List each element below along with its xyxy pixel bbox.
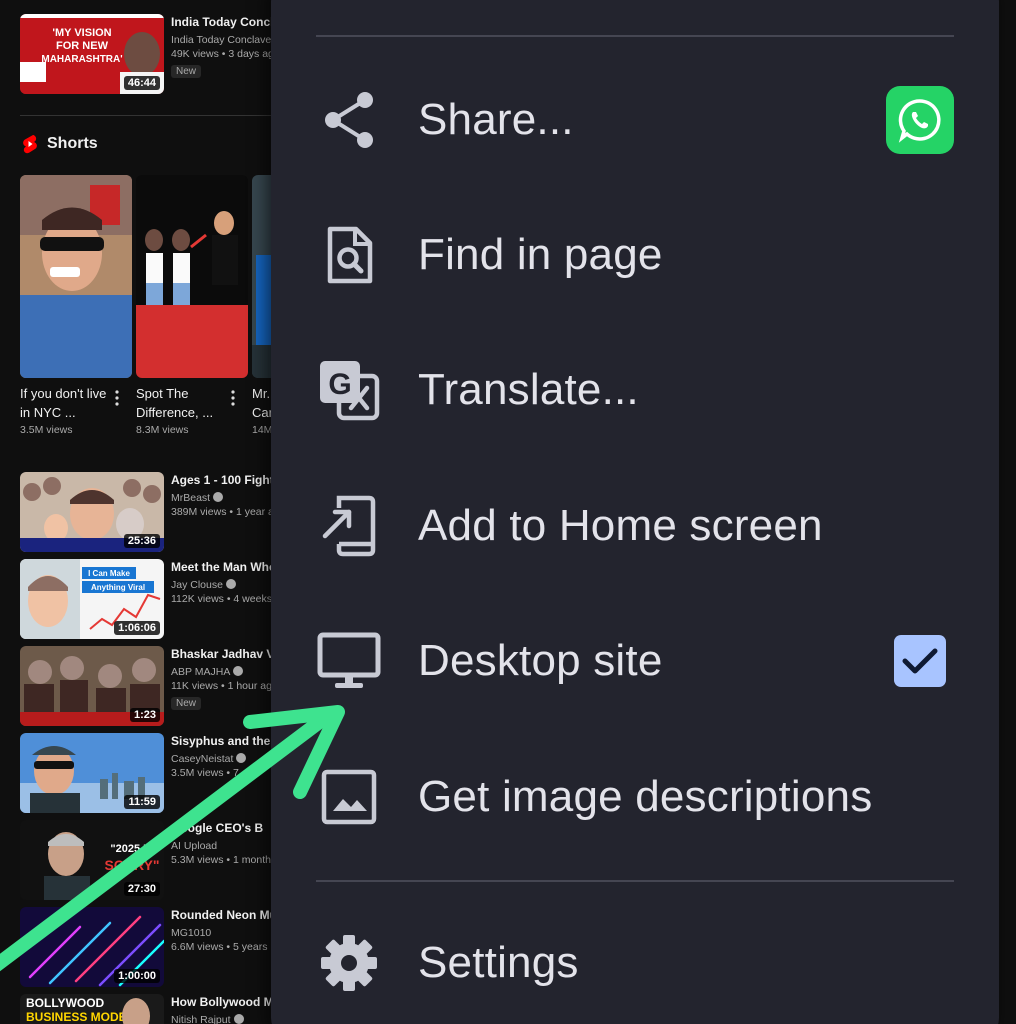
more-vert-icon[interactable] [115, 390, 119, 406]
short-thumbnail[interactable] [136, 175, 248, 378]
shorts-logo-icon [23, 135, 37, 154]
svg-text:MAHARASHTRA': MAHARASHTRA' [41, 54, 122, 65]
short-views: 8.3M views [136, 424, 189, 436]
svg-text:"2025 IS: "2025 IS [110, 843, 153, 855]
video-row[interactable]: BOLLYWOOD BUSINESS MODEL How Bollywood M… [20, 994, 290, 1024]
video-thumbnail[interactable]: BOLLYWOOD BUSINESS MODEL [20, 994, 164, 1024]
duration-badge: 25:36 [123, 534, 160, 548]
menu-item-translate[interactable]: G Translate... [271, 340, 999, 440]
video-row[interactable]: 11:59 Sisyphus and the I CaseyNeistat 3.… [20, 733, 290, 813]
menu-item-label: Translate... [418, 365, 639, 414]
duration-badge: 11:59 [124, 795, 160, 809]
short-thumbnail[interactable] [20, 175, 132, 378]
svg-text:Anything Viral: Anything Viral [91, 583, 145, 592]
menu-item-label: Get image descriptions [418, 772, 873, 821]
duration-badge: 1:06:06 [114, 621, 160, 635]
channel-name[interactable]: Nitish Rajput [171, 1014, 231, 1024]
video-thumbnail[interactable]: "2025 IS SCARY" 27:30 [20, 820, 164, 900]
verified-icon [213, 492, 224, 502]
video-thumbnail[interactable]: 11:59 [20, 733, 164, 813]
translate-icon: G [315, 361, 383, 421]
menu-item-label: Settings [418, 938, 579, 987]
svg-text:SCARY": SCARY" [104, 857, 159, 873]
desktop-icon [315, 632, 383, 689]
duration-badge: 1:00:00 [114, 969, 160, 983]
menu-divider [316, 35, 954, 37]
thumbnail-art: BOLLYWOOD BUSINESS MODEL [20, 994, 164, 1024]
video-thumbnail[interactable]: 25:36 [20, 472, 164, 552]
svg-text:G: G [328, 368, 351, 401]
video-row[interactable]: 'MY VISION FOR NEW MAHARASHTRA' 46:44 In… [20, 14, 290, 94]
share-icon [315, 92, 383, 148]
video-row[interactable]: 1:23 Bhaskar Jadhav Vs ABP MAJHA 11K vie… [20, 646, 290, 726]
youtube-feed: 'MY VISION FOR NEW MAHARASHTRA' 46:44 In… [0, 0, 290, 1024]
video-thumbnail[interactable]: I Can Make Anything Viral 1:06:06 [20, 559, 164, 639]
menu-item-settings[interactable]: Settings [271, 913, 999, 1013]
short-title[interactable]: If you don't live in NYC ... [20, 384, 108, 422]
svg-text:I Can Make: I Can Make [88, 569, 130, 578]
duration-badge: 46:44 [123, 76, 160, 90]
menu-item-label: Desktop site [418, 636, 663, 685]
gear-icon [315, 935, 383, 991]
verified-icon [233, 666, 244, 676]
menu-item-label: Find in page [418, 230, 663, 279]
add-to-home-screen-icon [315, 495, 383, 557]
short-art [136, 175, 248, 378]
channel-name[interactable]: MrBeast [171, 492, 210, 504]
menu-item-desktop-site[interactable]: Desktop site [271, 611, 999, 711]
video-row[interactable]: 1:00:00 Rounded Neon Mul MG1010 6.6M vie… [20, 907, 290, 987]
channel-name[interactable]: ABP MAJHA [171, 666, 230, 678]
checkmark-icon [902, 648, 938, 674]
menu-item-label: Add to Home screen [418, 501, 823, 550]
desktop-site-checkbox[interactable] [894, 635, 946, 687]
svg-text:FOR NEW: FOR NEW [56, 40, 109, 52]
menu-item-find-in-page[interactable]: Find in page [271, 205, 999, 305]
find-in-page-icon [315, 226, 383, 284]
short-title[interactable]: Spot The Difference, ... [136, 384, 220, 422]
new-badge: New [171, 697, 202, 710]
verified-icon [225, 579, 236, 589]
svg-text:BOLLYWOOD: BOLLYWOOD [26, 996, 105, 1010]
shorts-title: Shorts [47, 135, 98, 152]
short-art [20, 175, 132, 378]
verified-icon [236, 753, 247, 763]
verified-icon [233, 1014, 244, 1024]
menu-item-label: Share... [418, 95, 574, 144]
new-badge: New [171, 65, 202, 78]
image-icon [315, 769, 383, 825]
menu-item-add-to-home-screen[interactable]: Add to Home screen [271, 476, 999, 576]
video-row[interactable]: I Can Make Anything Viral 1:06:06 Meet t… [20, 559, 290, 639]
duration-badge: 27:30 [123, 882, 160, 896]
short-views: 3.5M views [20, 424, 73, 436]
svg-text:'MY VISION: 'MY VISION [52, 27, 111, 39]
channel-name[interactable]: CaseyNeistat [171, 753, 233, 765]
whatsapp-icon[interactable] [886, 86, 954, 154]
section-divider [20, 115, 280, 116]
video-thumbnail[interactable]: 1:00:00 [20, 907, 164, 987]
menu-divider [316, 880, 954, 882]
channel-name[interactable]: Jay Clouse [171, 579, 223, 591]
duration-badge: 1:23 [129, 708, 160, 722]
shorts-header: Shorts [22, 134, 98, 154]
menu-item-image-descriptions[interactable]: Get image descriptions [271, 747, 999, 847]
video-thumbnail[interactable]: 1:23 [20, 646, 164, 726]
more-vert-icon[interactable] [231, 390, 235, 406]
video-row[interactable]: "2025 IS SCARY" 27:30 Google CEO's B AI … [20, 820, 290, 900]
svg-text:BUSINESS MODEL: BUSINESS MODEL [26, 1010, 134, 1024]
video-row[interactable]: 25:36 Ages 1 - 100 Fight MrBeast 389M vi… [20, 472, 290, 552]
video-thumbnail[interactable]: 'MY VISION FOR NEW MAHARASHTRA' 46:44 [20, 14, 164, 94]
